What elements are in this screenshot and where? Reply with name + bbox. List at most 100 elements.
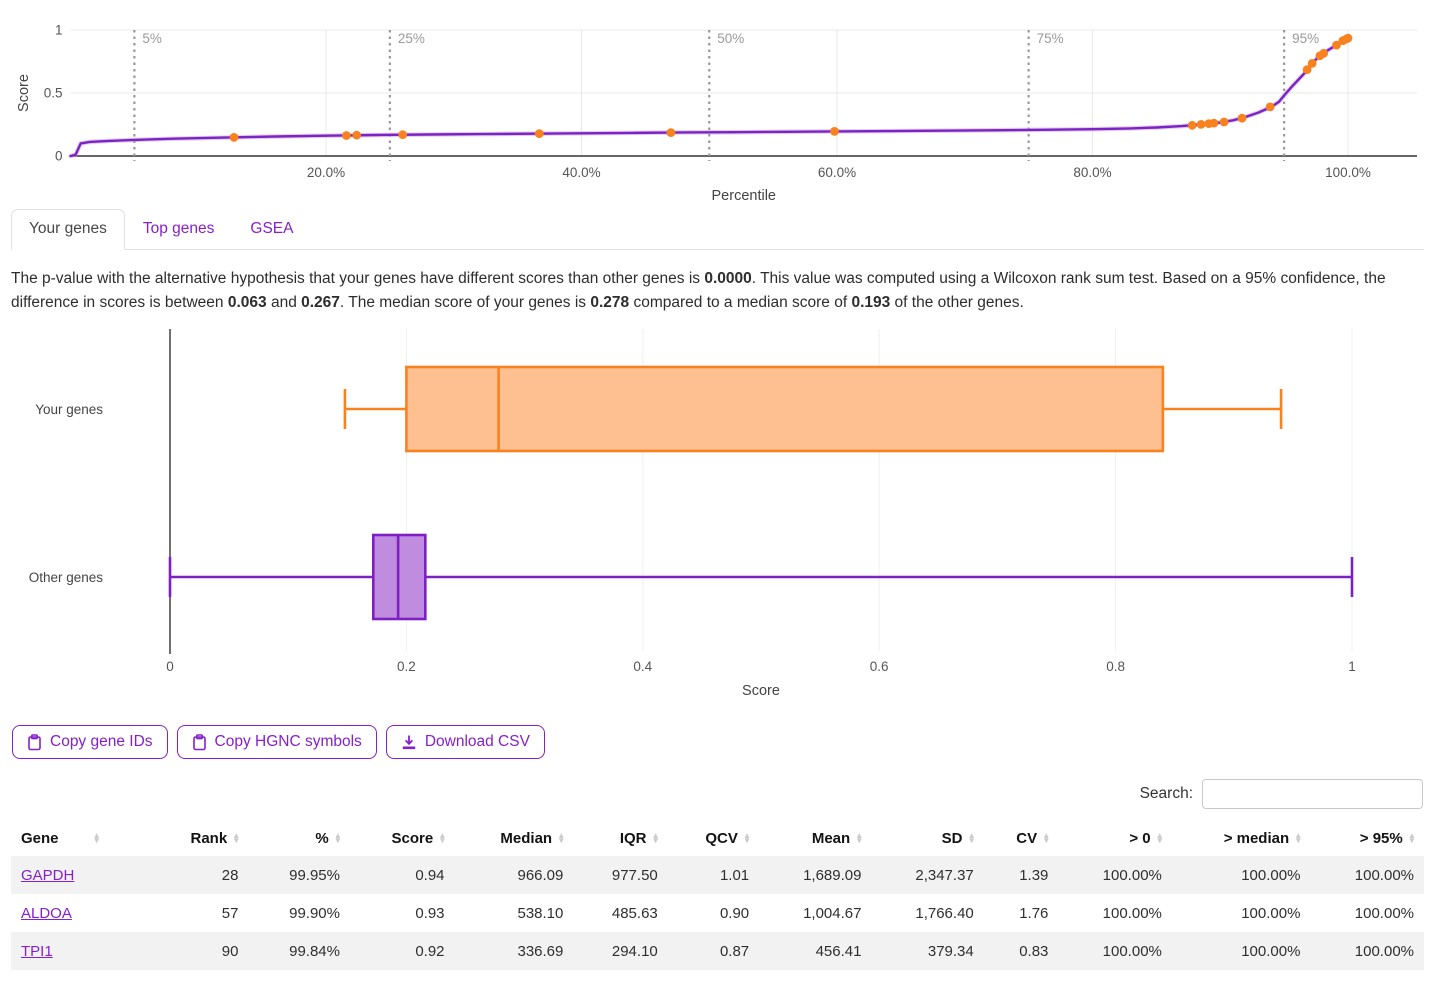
value-cell: 99.90% (248, 894, 350, 932)
tab-top-genes[interactable]: Top genes (125, 209, 233, 250)
column-header-label: IQR (620, 830, 647, 847)
gene-cell: ALDOA (11, 894, 151, 932)
value-cell: 1.76 (984, 894, 1059, 932)
value-cell: 100.00% (1058, 894, 1171, 932)
summary-text: and (267, 294, 301, 311)
your-gene-marker[interactable] (535, 129, 544, 138)
percentile-marker-label: 25% (398, 31, 425, 46)
value-cell: 0.87 (668, 932, 759, 970)
column-header-mean[interactable]: Mean▴▾ (759, 821, 871, 856)
sort-arrows-icon: ▴▾ (745, 833, 749, 844)
other-genes-box[interactable] (170, 535, 1352, 619)
value-cell: 99.95% (248, 856, 350, 894)
value-cell: 100.00% (1310, 856, 1424, 894)
tab-your-genes[interactable]: Your genes (11, 209, 125, 250)
value-cell: 100.00% (1310, 932, 1424, 970)
gene-score-dashboard: 20.0%40.0%60.0%80.0%100.0%00.515%25%50%7… (0, 0, 1435, 970)
value-cell: 379.34 (871, 932, 983, 970)
sort-arrows-icon: ▴▾ (1410, 833, 1414, 844)
sort-arrows-icon: ▴▾ (559, 833, 563, 844)
column-header-score[interactable]: Score▴▾ (350, 821, 455, 856)
x-tick-label: 40.0% (562, 165, 600, 180)
your-gene-marker[interactable] (1197, 120, 1206, 129)
value-cell: 0.83 (984, 932, 1059, 970)
your-gene-marker[interactable] (1210, 119, 1219, 128)
value-cell: 100.00% (1058, 856, 1171, 894)
your-gene-marker[interactable] (1308, 59, 1317, 68)
gene-link[interactable]: ALDOA (21, 905, 72, 922)
category-label: Other genes (29, 570, 104, 585)
column-header-label: SD (942, 830, 963, 847)
copy-hgnc-symbols-button[interactable]: Copy HGNC symbols (177, 725, 377, 759)
column-header-qcv[interactable]: QCV▴▾ (668, 821, 759, 856)
your-gene-marker[interactable] (1319, 49, 1328, 58)
summary-text: of the other genes. (890, 294, 1024, 311)
x-tick-label: 0 (166, 659, 174, 674)
gene-score-table: Gene▴▾Rank▴▾%▴▾Score▴▾Median▴▾IQR▴▾QCV▴▾… (11, 821, 1424, 970)
your-gene-marker[interactable] (1344, 34, 1353, 43)
your-gene-marker[interactable] (352, 131, 361, 140)
column-header-median[interactable]: Median ▴▾ (455, 821, 574, 856)
summary-text: compared to a median score of (629, 294, 851, 311)
percentile-marker-label: 75% (1037, 31, 1064, 46)
value-cell: 0.90 (668, 894, 759, 932)
column-header-0[interactable]: > 0▴▾ (1058, 821, 1171, 856)
column-header-sd[interactable]: SD ▴▾ (871, 821, 983, 856)
column-header-label: > median (1224, 830, 1289, 847)
sort-arrows-icon: ▴▾ (95, 833, 99, 844)
sort-arrows-icon: ▴▾ (440, 833, 444, 844)
your-gene-marker[interactable] (230, 133, 239, 142)
your-gene-marker[interactable] (342, 131, 351, 140)
value-cell: 294.10 (573, 932, 667, 970)
sort-arrows-icon: ▴▾ (857, 833, 861, 844)
column-header-gene[interactable]: Gene▴▾ (11, 821, 151, 856)
button-label: Download CSV (425, 733, 530, 751)
x-axis-title: Percentile (712, 188, 776, 204)
value-cell: 1.39 (984, 856, 1059, 894)
column-header-rank[interactable]: Rank▴▾ (151, 821, 248, 856)
value-cell: 100.00% (1310, 894, 1424, 932)
x-tick-label: 60.0% (818, 165, 856, 180)
column-header-label: > 95% (1360, 830, 1403, 847)
your-gene-marker[interactable] (1238, 114, 1247, 123)
column-header-label: Median (500, 830, 552, 847)
column-header-[interactable]: %▴▾ (248, 821, 350, 856)
column-header-95[interactable]: > 95% ▴▾ (1310, 821, 1424, 856)
tab-gsea[interactable]: GSEA (232, 209, 311, 250)
column-header-median[interactable]: > median▴▾ (1172, 821, 1311, 856)
value-cell: 1,004.67 (759, 894, 871, 932)
value-cell: 100.00% (1172, 932, 1311, 970)
percentile-marker-label: 5% (142, 31, 162, 46)
search-input[interactable] (1202, 779, 1423, 809)
your-gene-marker[interactable] (1188, 121, 1197, 130)
gene-link[interactable]: GAPDH (21, 867, 74, 884)
x-tick-label: 0.4 (633, 659, 652, 674)
column-header-cv[interactable]: CV▴▾ (984, 821, 1059, 856)
value-cell: 0.94 (350, 856, 455, 894)
column-header-iqr[interactable]: IQR▴▾ (573, 821, 667, 856)
value-cell: 100.00% (1058, 932, 1171, 970)
x-tick-label: 1 (1348, 659, 1356, 674)
value-cell: 28 (151, 856, 248, 894)
x-tick-label: 80.0% (1073, 165, 1111, 180)
statistics-summary: The p-value with the alternative hypothe… (11, 267, 1424, 315)
column-header-label: % (315, 830, 328, 847)
value-cell: 100.00% (1172, 856, 1311, 894)
your-gene-marker[interactable] (398, 130, 407, 139)
score-boxplot-chart: 00.20.40.60.81Your genesOther genesScore (0, 321, 1435, 703)
y-axis-title: Score (16, 74, 32, 112)
your-gene-marker[interactable] (1266, 103, 1275, 112)
copy-gene-ids-button[interactable]: Copy gene IDs (12, 725, 168, 759)
gene-link[interactable]: TPI1 (21, 943, 53, 960)
y-tick-label: 0.5 (44, 86, 63, 101)
search-label: Search: (1140, 785, 1193, 803)
x-axis-title: Score (742, 683, 780, 699)
value-cell: 966.09 (455, 856, 574, 894)
sort-arrows-icon: ▴▾ (969, 833, 973, 844)
your-gene-marker[interactable] (667, 128, 676, 137)
your-gene-marker[interactable] (830, 127, 839, 136)
clipboard-icon (192, 734, 207, 751)
download-csv-button[interactable]: Download CSV (386, 725, 545, 759)
your-genes-box[interactable] (345, 367, 1281, 451)
your-gene-marker[interactable] (1220, 118, 1229, 127)
